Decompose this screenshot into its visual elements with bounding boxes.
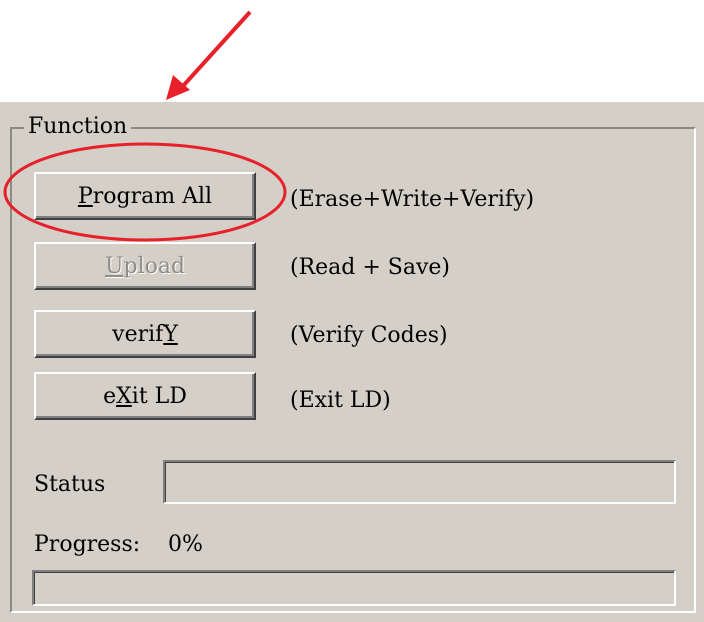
function-panel: Function Program All (Erase+Write+Verify… (0, 102, 704, 622)
exit-ld-button[interactable]: eXit LD (34, 372, 256, 420)
status-field (163, 460, 676, 504)
verify-button[interactable]: verifY (34, 310, 256, 358)
program-all-button[interactable]: Program All (34, 172, 256, 220)
exit-ld-label: eXit LD (103, 383, 187, 409)
verify-description: (Verify Codes) (290, 323, 448, 348)
exit-ld-description: (Exit LD) (290, 388, 391, 413)
group-title: Function (24, 114, 132, 139)
program-all-label: Program All (77, 183, 213, 209)
progress-bar (32, 570, 676, 606)
upload-button[interactable]: Upload (34, 242, 256, 290)
status-label: Status (34, 472, 106, 497)
program-all-description: (Erase+Write+Verify) (290, 187, 535, 212)
progress-percent: 0% (168, 532, 203, 557)
annotation-arrow-shaft (181, 10, 252, 88)
upload-description: (Read + Save) (290, 255, 451, 280)
annotation-arrowhead-icon (166, 75, 190, 100)
verify-label: verifY (112, 321, 178, 347)
progress-label: Progress: (34, 532, 141, 557)
upload-label: Upload (104, 253, 186, 279)
